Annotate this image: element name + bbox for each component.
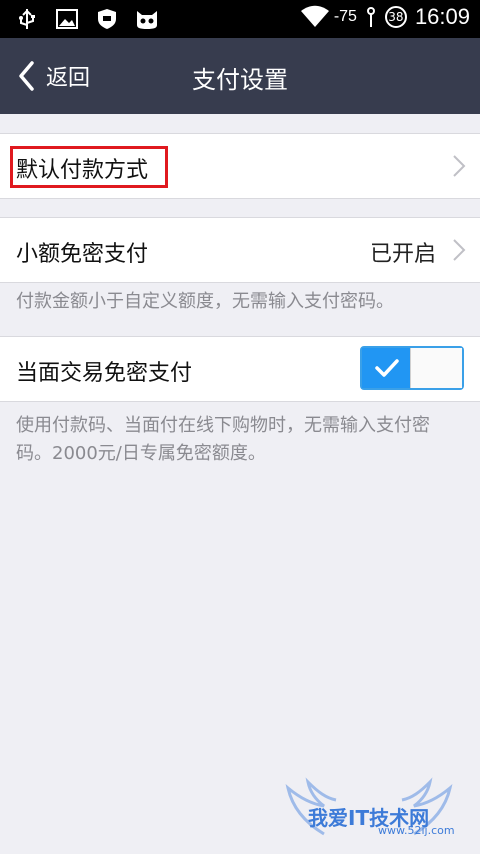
nav-bar: 返回 支付设置 <box>0 38 480 114</box>
signal-icon <box>365 5 377 29</box>
cat-icon <box>134 7 160 31</box>
checkmark-icon <box>375 359 399 377</box>
image-icon <box>54 7 80 31</box>
signal-strength: -75 <box>333 8 357 25</box>
small-amount-note: 付款金额小于自定义额度，无需输入支付密码。 <box>16 291 394 312</box>
face-to-face-toggle[interactable] <box>360 346 464 390</box>
usb-icon <box>14 7 40 31</box>
chevron-right-icon <box>453 239 466 261</box>
shield-icon <box>94 7 120 31</box>
default-payment-row[interactable]: 默认付款方式 <box>0 134 480 198</box>
face-to-face-note: 使用付款码、当面付在线下购物时，无需输入支付密码。2000元/日专属免密额度。 <box>16 415 430 464</box>
watermark: 我爱IT技术网 www.52ij.com <box>264 772 474 848</box>
watermark-url: www.52ij.com <box>378 824 455 837</box>
small-amount-row[interactable]: 小额免密支付 已开启 <box>0 218 480 282</box>
clock: 16:09 <box>414 4 470 29</box>
small-amount-label: 小额免密支付 <box>16 242 149 267</box>
toggle-knob <box>410 348 462 388</box>
small-amount-status: 已开启 <box>369 242 436 267</box>
face-to-face-label: 当面交易免密支付 <box>16 361 193 386</box>
page-title: 支付设置 <box>192 66 288 94</box>
battery-icon: 38 <box>384 6 407 28</box>
toggle-on-state <box>362 348 412 388</box>
status-bar: -75 38 16:09 <box>0 0 480 38</box>
wifi-icon <box>300 5 329 29</box>
default-payment-label: 默认付款方式 <box>16 158 149 183</box>
chevron-right-icon <box>453 155 466 177</box>
